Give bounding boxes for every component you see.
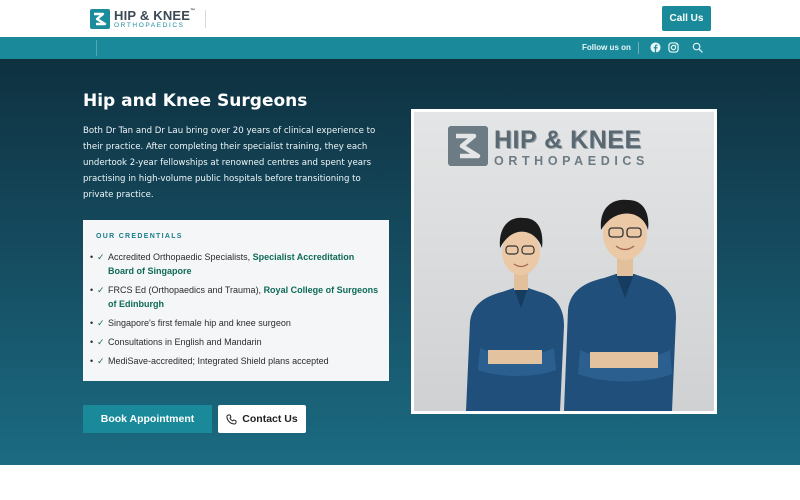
credentials-list: • ✓ Accredited Orthopaedic Specialists, S… — [90, 250, 380, 373]
checkmark-icon: ✓ — [97, 285, 105, 295]
book-appointment-button[interactable]: Book Appointment — [83, 405, 212, 433]
hero-description: Both Dr Tan and Dr Lau bring over 20 yea… — [83, 126, 376, 200]
photo-frame: HIP & KNEE ORTHOPAEDICS — [414, 112, 714, 411]
contact-us-button[interactable]: Contact Us — [218, 405, 306, 433]
credential-item: • ✓ FRCS Ed (Orthopaedics and Trauma), Ro… — [90, 285, 379, 309]
phone-icon — [226, 413, 237, 424]
surgeon-right — [564, 199, 676, 411]
logo-trademark: ™ — [190, 7, 196, 14]
credential-item: • ✓ MediSave-accredited; Integrated Shiel… — [90, 356, 329, 366]
facebook-icon[interactable] — [650, 42, 661, 53]
checkmark-icon: ✓ — [97, 252, 105, 262]
credential-item: • ✓ Singapore's first female hip and knee… — [90, 318, 291, 328]
logo-mark-icon — [90, 9, 110, 29]
credentials-card: OUR CREDENTIALS • ✓ Accredited Orthopaedi… — [83, 220, 389, 381]
hero-section: Hip and Knee Surgeons Both Dr Tan and Dr… — [0, 59, 800, 465]
credential-item: • ✓ Consultations in English and Mandarin — [90, 337, 262, 347]
header-divider — [205, 10, 206, 28]
contact-us-label: Contact Us — [242, 413, 298, 425]
checkmark-icon: ✓ — [97, 337, 105, 347]
credential-item: • ✓ Accredited Orthopaedic Specialists, S… — [90, 252, 355, 276]
checkmark-icon: ✓ — [97, 356, 105, 366]
logo-wordmark: HIP & KNEE™ ORTHOPAEDICS — [114, 7, 196, 30]
surgeon-left — [466, 217, 564, 411]
strip-separator — [638, 42, 639, 54]
search-icon[interactable] — [692, 42, 703, 53]
strip-divider — [96, 40, 97, 56]
logo-subtitle: ORTHOPAEDICS — [114, 21, 185, 29]
social-bar: Follow us on — [0, 37, 800, 59]
logo-title: HIP & KNEE — [114, 7, 191, 23]
credentials-heading: OUR CREDENTIALS — [96, 233, 183, 240]
instagram-icon[interactable] — [668, 42, 679, 53]
brand-logo[interactable]: HIP & KNEE™ ORTHOPAEDICS — [90, 7, 208, 31]
surgeons-illustration — [466, 199, 676, 411]
surgeons-photo: HIP & KNEE ORTHOPAEDICS — [411, 109, 717, 414]
call-us-button[interactable]: Call Us — [662, 6, 711, 31]
page-title: Hip and Knee Surgeons — [83, 91, 308, 111]
site-header: HIP & KNEE™ ORTHOPAEDICS Call Us — [0, 0, 800, 37]
checkmark-icon: ✓ — [97, 318, 105, 328]
follow-us-label: Follow us on — [582, 43, 631, 52]
